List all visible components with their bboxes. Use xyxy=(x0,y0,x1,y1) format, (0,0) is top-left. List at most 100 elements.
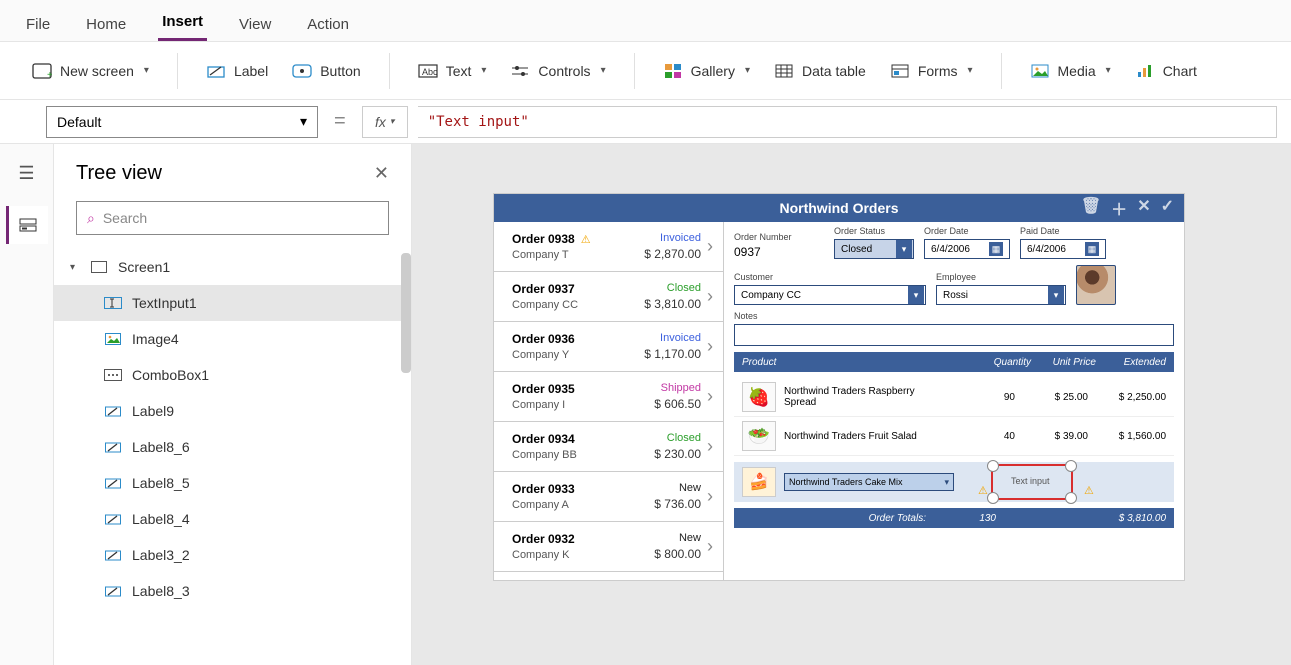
property-value: Default xyxy=(57,114,101,130)
label-icon xyxy=(104,476,122,490)
canvas[interactable]: Northwind Orders 🗑 ＋ ✕ ✓ Order 0938⚠ Com… xyxy=(412,144,1291,665)
insert-datatable-button[interactable]: Data table xyxy=(766,55,874,87)
caret-icon: ▾ xyxy=(70,262,80,273)
product-extended: $ 2,250.00 xyxy=(1096,392,1166,403)
order-gallery-item[interactable]: Order 0935 Company I Shipped $ 606.50 › xyxy=(494,372,723,422)
app-preview: Northwind Orders 🗑 ＋ ✕ ✓ Order 0938⚠ Com… xyxy=(494,194,1184,580)
order-gallery[interactable]: Order 0938⚠ Company T Invoiced $ 2,870.0… xyxy=(494,222,724,580)
scrollbar[interactable] xyxy=(401,253,411,373)
order-gallery-item[interactable]: Order 0934 Company BB Closed $ 230.00 › xyxy=(494,422,723,472)
order-gallery-item[interactable]: Order 0932 Company K New $ 800.00 › xyxy=(494,522,723,572)
tree-item[interactable]: TextInput1 xyxy=(54,285,411,321)
tree-item[interactable]: Image4 xyxy=(54,321,411,357)
insert-chart-label: Chart xyxy=(1163,63,1197,79)
customer-dropdown[interactable]: Company CC▾ xyxy=(734,285,926,305)
insert-media-button[interactable]: Media ▾ xyxy=(1022,55,1119,87)
tree-item[interactable]: ComboBox1 xyxy=(54,357,411,393)
order-status: Invoiced xyxy=(660,232,701,244)
chevron-down-icon: ▾ xyxy=(601,65,606,76)
insert-label-text: Label xyxy=(234,63,268,79)
order-gallery-item[interactable]: Order 0936 Company Y Invoiced $ 1,170.00… xyxy=(494,322,723,372)
tree-item[interactable]: Label8_6 xyxy=(54,429,411,465)
tree-item-label: Label8_4 xyxy=(132,511,190,527)
insert-gallery-button[interactable]: Gallery ▾ xyxy=(655,55,758,87)
label-icon xyxy=(104,512,122,526)
product-image: 🥗 xyxy=(742,421,776,451)
tree-view-icon[interactable] xyxy=(6,206,48,244)
search-input[interactable]: ⌕ Search xyxy=(76,201,389,235)
order-status: Invoiced xyxy=(660,332,701,344)
textinput-icon xyxy=(104,296,122,310)
insert-label-button[interactable]: Label xyxy=(198,55,276,87)
fx-button[interactable]: fx▾ xyxy=(362,106,408,138)
plus-icon[interactable]: ＋ xyxy=(1111,196,1127,220)
product-combobox[interactable]: Northwind Traders Cake Mix▾ xyxy=(784,473,954,491)
paid-date-picker[interactable]: 6/4/2006▦ xyxy=(1020,239,1106,259)
insert-controls-label: Controls xyxy=(538,63,590,79)
ribbon-separator xyxy=(634,53,635,89)
menu-file[interactable]: File xyxy=(22,8,54,41)
insert-chart-button[interactable]: Chart xyxy=(1127,55,1205,87)
order-number: Order 0932 xyxy=(512,532,575,546)
tree-item[interactable]: Label9 xyxy=(54,393,411,429)
button-icon xyxy=(292,61,312,81)
employee-dropdown[interactable]: Rossi▾ xyxy=(936,285,1066,305)
product-image: 🍓 xyxy=(742,382,776,412)
formula-input[interactable]: "Text input" xyxy=(418,106,1277,138)
field-label: Order Date xyxy=(924,226,1010,236)
menu-action[interactable]: Action xyxy=(303,8,353,41)
ribbon-separator xyxy=(389,53,390,89)
insert-button-button[interactable]: Button xyxy=(284,55,368,87)
order-gallery-item[interactable]: Order 0938⚠ Company T Invoiced $ 2,870.0… xyxy=(494,222,723,272)
trash-icon[interactable]: 🗑 xyxy=(1081,196,1101,220)
notes-input[interactable] xyxy=(734,324,1174,346)
product-qty: 40 xyxy=(955,431,1015,442)
tree: ▾ Screen1 TextInput1Image4ComboBox1Label… xyxy=(54,249,411,665)
order-amount: $ 3,810.00 xyxy=(644,297,701,311)
order-amount: $ 800.00 xyxy=(654,547,701,561)
check-icon[interactable]: ✓ xyxy=(1161,196,1174,220)
tree-item[interactable]: Label8_5 xyxy=(54,465,411,501)
order-number: Order 0937 xyxy=(512,282,575,296)
insert-forms-button[interactable]: Forms ▾ xyxy=(882,55,981,87)
order-gallery-item[interactable]: Order 0937 Company CC Closed $ 3,810.00 … xyxy=(494,272,723,322)
menu-home[interactable]: Home xyxy=(82,8,130,41)
insert-controls-button[interactable]: Controls ▾ xyxy=(502,55,613,87)
order-amount: $ 606.50 xyxy=(654,397,701,411)
warning-icon: ⚠ xyxy=(978,484,988,497)
insert-text-button[interactable]: Abc Text ▾ xyxy=(410,55,495,87)
ribbon-separator xyxy=(1001,53,1002,89)
chevron-right-icon: › xyxy=(707,336,713,357)
search-icon: ⌕ xyxy=(87,210,95,227)
app-title-bar: Northwind Orders 🗑 ＋ ✕ ✓ xyxy=(494,194,1184,222)
property-selector[interactable]: Default ▾ xyxy=(46,106,318,138)
order-number: Order 0938 xyxy=(512,232,575,246)
equals-sign: = xyxy=(328,110,352,133)
datatable-icon xyxy=(774,61,794,81)
search-placeholder: Search xyxy=(103,210,147,226)
order-amount: $ 2,870.00 xyxy=(644,247,701,261)
textinput-selection[interactable]: Text input xyxy=(991,464,1073,500)
ribbon: + New screen ▾ Label Button Abc Text ▾ C… xyxy=(0,42,1291,100)
tree-item[interactable]: Label8_3 xyxy=(54,573,411,609)
product-row[interactable]: 🍓 Northwind Traders Raspberry Spread 90 … xyxy=(734,378,1174,417)
tree-root-screen[interactable]: ▾ Screen1 xyxy=(54,249,411,285)
order-gallery-item[interactable]: Order 0933 Company A New $ 736.00 › xyxy=(494,472,723,522)
new-screen-button[interactable]: + New screen ▾ xyxy=(24,55,157,87)
tree-item[interactable]: Label3_2 xyxy=(54,537,411,573)
calendar-icon: ▦ xyxy=(1085,242,1099,256)
chart-icon xyxy=(1135,61,1155,81)
insert-text-label: Text xyxy=(446,63,472,79)
order-status-dropdown[interactable]: Closed▾ xyxy=(834,239,914,259)
menu-view[interactable]: View xyxy=(235,8,275,41)
product-row[interactable]: 🥗 Northwind Traders Fruit Salad 40 $ 39.… xyxy=(734,417,1174,456)
tree-panel: Tree view ✕ ⌕ Search ▾ Screen1 TextInput… xyxy=(54,144,412,665)
product-price: $ 25.00 xyxy=(1023,392,1088,403)
hamburger-icon[interactable]: ☰ xyxy=(6,154,48,192)
order-date-picker[interactable]: 6/4/2006▦ xyxy=(924,239,1010,259)
close-icon[interactable]: ✕ xyxy=(374,163,389,184)
tree-item[interactable]: Label8_4 xyxy=(54,501,411,537)
order-number-value: 0937 xyxy=(734,245,824,259)
cancel-icon[interactable]: ✕ xyxy=(1137,196,1150,220)
menu-insert[interactable]: Insert xyxy=(158,5,207,41)
